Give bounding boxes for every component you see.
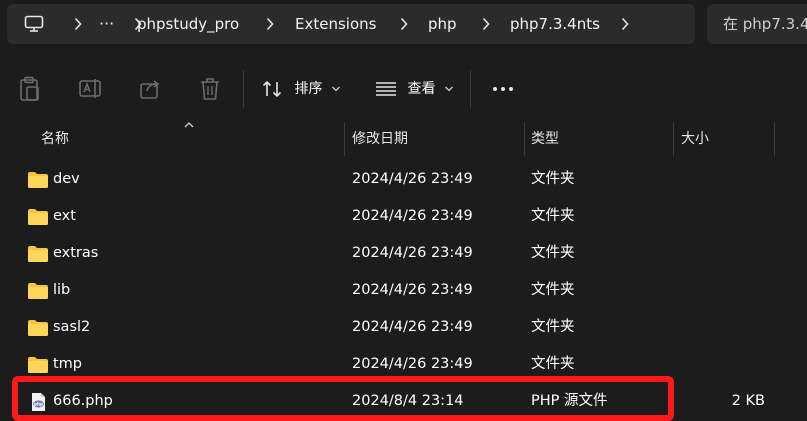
- chevron-down-icon: [331, 86, 340, 92]
- address-bar[interactable]: ··· phpstudy_pro Extensions php php7.3.4…: [7, 4, 695, 44]
- breadcrumb-php[interactable]: php: [428, 4, 457, 44]
- folder-icon: [28, 283, 48, 299]
- file-date: 2024/4/26 23:49: [352, 282, 473, 298]
- php-file-icon: php: [32, 393, 45, 411]
- file-size: [700, 309, 765, 346]
- table-row-666-php[interactable]: php 666.php 2024/8/4 23:14 PHP 源文件 2 KB: [0, 383, 807, 420]
- folder-icon: [28, 246, 48, 262]
- chevron-right-icon[interactable]: [615, 4, 635, 44]
- sort-button[interactable]: 排序: [262, 74, 341, 104]
- file-type: PHP 源文件: [531, 393, 608, 409]
- svg-text:php: php: [34, 402, 43, 407]
- rename-icon[interactable]: [78, 76, 104, 102]
- paste-icon[interactable]: [18, 76, 44, 102]
- folder-icon: [28, 172, 48, 188]
- file-date: 2024/4/26 23:49: [352, 171, 473, 187]
- file-name: extras: [53, 245, 99, 261]
- delete-icon[interactable]: [198, 76, 224, 102]
- file-name: sasl2: [53, 319, 91, 335]
- column-divider[interactable]: [673, 122, 674, 156]
- computer-icon[interactable]: [24, 4, 44, 44]
- search-input[interactable]: 在 php7.3.4: [707, 4, 807, 44]
- file-size: [700, 198, 765, 235]
- file-name: lib: [53, 282, 71, 298]
- chevron-right-icon[interactable]: [68, 4, 88, 44]
- breadcrumb-extensions[interactable]: Extensions: [295, 4, 376, 44]
- file-size: [700, 346, 765, 383]
- file-size: 2 KB: [731, 393, 765, 409]
- file-type: 文件夹: [531, 171, 575, 187]
- column-divider[interactable]: [344, 122, 345, 156]
- view-list-icon: [376, 82, 396, 96]
- command-bar: 排序 查看: [0, 60, 807, 118]
- file-name: ext: [53, 208, 76, 224]
- column-divider[interactable]: [774, 122, 775, 156]
- file-date: 2024/4/26 23:49: [352, 245, 473, 261]
- breadcrumb-phpstudy-pro[interactable]: phpstudy_pro: [137, 4, 239, 44]
- table-row[interactable]: sasl2 2024/4/26 23:49 文件夹: [0, 309, 807, 346]
- breadcrumb-overflow[interactable]: ···: [99, 4, 114, 44]
- file-date: 2024/4/26 23:49: [352, 356, 473, 372]
- toolbar-separator: [243, 70, 244, 108]
- column-divider[interactable]: [524, 122, 525, 156]
- sort-ascending-icon: [184, 122, 194, 128]
- file-size: [700, 272, 765, 309]
- file-name: dev: [53, 171, 80, 187]
- file-date: 2024/4/26 23:49: [352, 319, 473, 335]
- folder-icon: [28, 357, 48, 373]
- share-icon[interactable]: [138, 76, 164, 102]
- chevron-down-icon: [444, 86, 453, 92]
- file-type: 文件夹: [531, 356, 575, 372]
- address-row: ··· phpstudy_pro Extensions php php7.3.4…: [0, 0, 807, 48]
- table-row[interactable]: extras 2024/4/26 23:49 文件夹: [0, 235, 807, 272]
- column-header-type[interactable]: 类型: [531, 122, 559, 156]
- toolbar-separator: [470, 70, 471, 108]
- breadcrumb-php734nts[interactable]: php7.3.4nts: [510, 4, 600, 44]
- file-name: tmp: [53, 356, 83, 372]
- view-label: 查看: [407, 81, 436, 97]
- chevron-right-icon[interactable]: [476, 4, 496, 44]
- table-row[interactable]: dev 2024/4/26 23:49 文件夹: [0, 161, 807, 198]
- column-header-size[interactable]: 大小: [681, 122, 709, 156]
- file-type: 文件夹: [531, 319, 575, 335]
- view-button[interactable]: 查看: [375, 74, 454, 104]
- table-row[interactable]: tmp 2024/4/26 23:49 文件夹: [0, 346, 807, 383]
- file-list: dev 2024/4/26 23:49 文件夹 ext 2024/4/26 23…: [0, 161, 807, 420]
- file-date: 2024/8/4 23:14: [352, 393, 464, 409]
- sort-icon: [262, 80, 282, 98]
- file-type: 文件夹: [531, 245, 575, 261]
- file-size: [700, 235, 765, 272]
- chevron-right-icon[interactable]: [260, 4, 280, 44]
- table-row[interactable]: lib 2024/4/26 23:49 文件夹: [0, 272, 807, 309]
- file-name: 666.php: [53, 393, 113, 409]
- column-header-date[interactable]: 修改日期: [352, 122, 408, 156]
- more-icon: [493, 87, 513, 91]
- more-options-button[interactable]: [490, 74, 516, 104]
- file-type: 文件夹: [531, 282, 575, 298]
- file-date: 2024/4/26 23:49: [352, 208, 473, 224]
- sort-label: 排序: [294, 81, 323, 97]
- folder-icon: [28, 320, 48, 336]
- column-header-name[interactable]: 名称: [41, 122, 69, 156]
- column-headers: 名称 修改日期 类型 大小: [0, 122, 807, 156]
- file-type: 文件夹: [531, 208, 575, 224]
- file-size: [700, 161, 765, 198]
- folder-icon: [28, 209, 48, 225]
- table-row[interactable]: ext 2024/4/26 23:49 文件夹: [0, 198, 807, 235]
- chevron-right-icon[interactable]: [394, 4, 414, 44]
